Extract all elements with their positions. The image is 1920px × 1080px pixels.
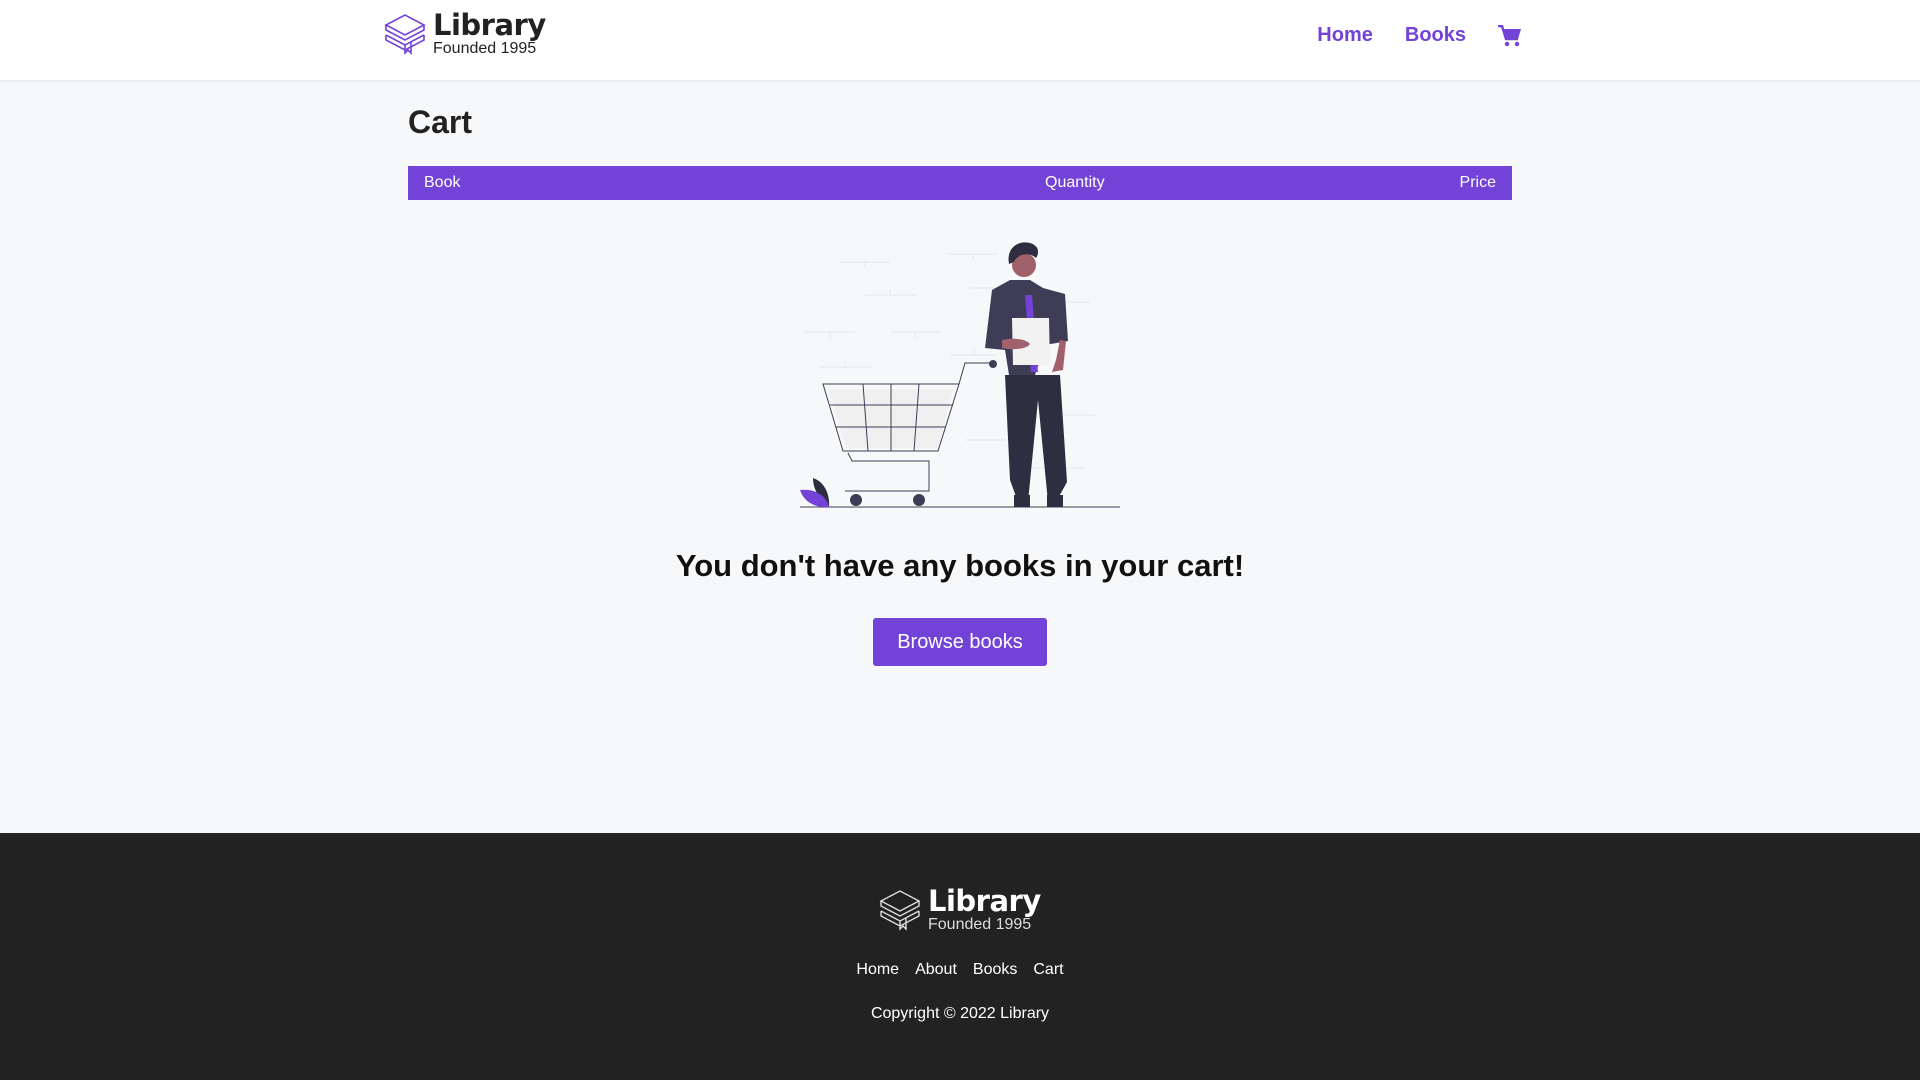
footer-link-home[interactable]: Home: [856, 961, 899, 979]
footer-brand-tagline: Founded 1995: [928, 916, 1032, 933]
browse-books-button[interactable]: Browse books: [873, 618, 1047, 666]
books-stack-icon: [384, 14, 426, 55]
brand-name: Library: [433, 8, 546, 42]
books-stack-icon: [879, 890, 921, 931]
page-title: Cart: [408, 104, 473, 140]
cart-icon[interactable]: [1498, 24, 1522, 47]
footer-links: Home About Books Cart: [0, 961, 1920, 979]
cart-table-header: Book Quantity Price: [408, 166, 1512, 200]
brand-logo[interactable]: Library Founded 1995: [383, 10, 546, 58]
column-book: Book: [424, 174, 461, 191]
site-footer: Library Founded 1995 Home About Books Ca…: [0, 833, 1920, 1080]
footer-link-books[interactable]: Books: [973, 961, 1017, 979]
empty-cart-message: You don't have any books in your cart!: [675, 548, 1245, 583]
nav-books[interactable]: Books: [1405, 24, 1466, 47]
column-price: Price: [1459, 174, 1496, 191]
brand-tagline: Founded 1995: [433, 40, 537, 57]
empty-cart-illustration: [800, 242, 1120, 508]
column-quantity: Quantity: [1045, 174, 1105, 191]
footer-logo[interactable]: Library Founded 1995: [878, 886, 1041, 934]
main-nav: Home Books: [1317, 24, 1522, 47]
site-header: Library Founded 1995 Home Books: [0, 0, 1920, 80]
copyright: Copyright © 2022 Library: [870, 1005, 1050, 1022]
nav-home[interactable]: Home: [1317, 24, 1373, 47]
footer-link-about[interactable]: About: [915, 961, 957, 979]
footer-link-cart[interactable]: Cart: [1033, 961, 1063, 979]
footer-brand-name: Library: [928, 884, 1041, 918]
